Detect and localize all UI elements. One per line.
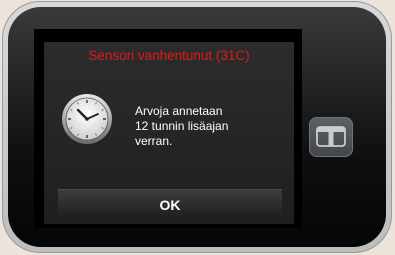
home-button[interactable] [309,117,353,157]
ok-button[interactable]: OK [58,189,282,220]
t-logo-icon [316,126,346,147]
clock-icon [62,94,112,144]
dialog-title: Sensori vanhentunut (31C) [88,48,250,63]
dialog-message: Arvoja annetaan 12 tunnin lisäajan verra… [135,104,285,149]
alert-dialog: Sensori vanhentunut (31C) Arvoja annetaa… [44,42,294,224]
device-screen: Sensori vanhentunut (31C) Arvoja annetaa… [34,29,302,228]
message-line: verran. [135,134,173,148]
message-line: 12 tunnin lisäajan [135,119,229,133]
device-bezel: Sensori vanhentunut (31C) Arvoja annetaa… [8,7,386,247]
message-line: Arvoja annetaan [135,104,223,118]
pump-device: Sensori vanhentunut (31C) Arvoja annetaa… [2,1,392,253]
